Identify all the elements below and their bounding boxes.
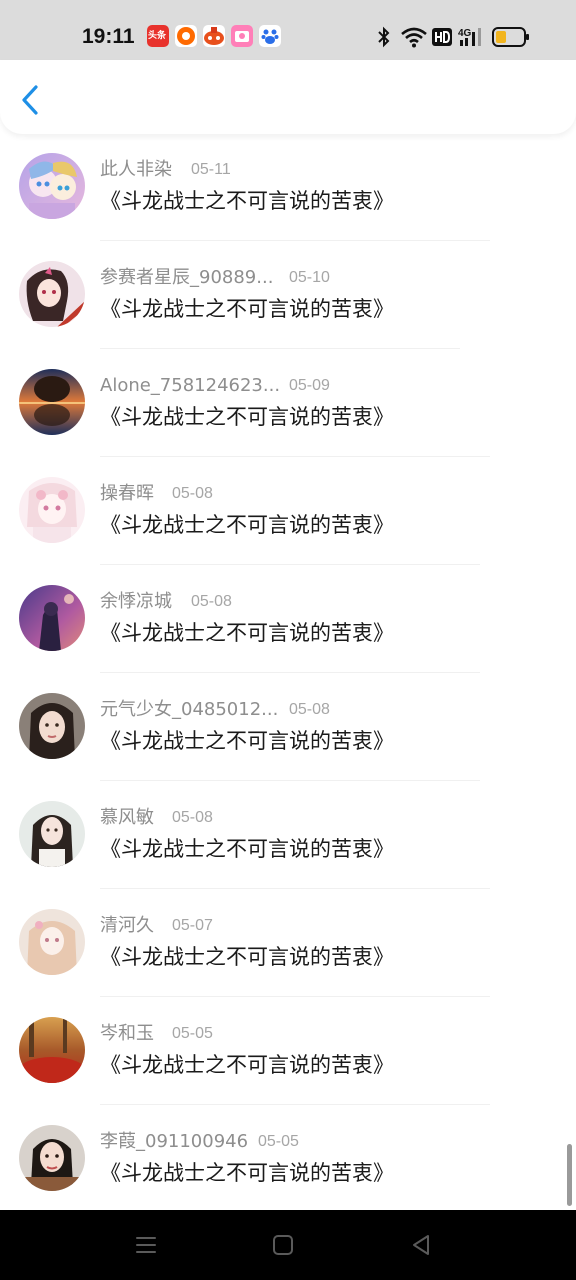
wifi-icon <box>400 26 428 48</box>
game-icon <box>203 25 225 47</box>
avatar <box>19 477 85 543</box>
list-item[interactable]: 余悸凉城 05-08 《斗龙战士之不可言说的苦衷》 <box>0 566 576 674</box>
divider <box>100 888 490 889</box>
back-button[interactable] <box>14 80 48 120</box>
work-title: 《斗龙战士之不可言说的苦衷》 <box>100 945 394 969</box>
post-date: 05-08 <box>172 809 213 826</box>
work-title: 《斗龙战士之不可言说的苦衷》 <box>100 1161 394 1185</box>
author-name: Alone_758124623... <box>100 375 281 396</box>
post-date: 05-07 <box>172 917 213 934</box>
author-name: 参赛者星辰_90889... <box>100 267 274 288</box>
work-title: 《斗龙战士之不可言说的苦衷》 <box>100 621 394 645</box>
header <box>0 60 576 134</box>
toutiao-label: 头条 <box>148 31 167 41</box>
post-date: 05-08 <box>172 485 213 502</box>
divider <box>100 672 480 673</box>
system-nav-bar <box>0 1210 576 1280</box>
taobao-icon <box>175 25 197 47</box>
divider <box>100 780 480 781</box>
baidu-icon <box>259 25 281 47</box>
author-name: 清河久 <box>100 915 154 936</box>
work-list: 此人非染 05-11 《斗龙战士之不可言说的苦衷》 参赛者星辰_90889...… <box>0 134 576 1210</box>
work-title: 《斗龙战士之不可言说的苦衷》 <box>100 513 394 537</box>
toutiao-icon: 头条 <box>147 25 169 47</box>
list-item[interactable]: 李葭_091100946 05-05 《斗龙战士之不可言说的苦衷》 <box>0 1106 576 1210</box>
divider <box>100 240 490 241</box>
list-item[interactable]: 参赛者星辰_90889... 05-10 《斗龙战士之不可言说的苦衷》 <box>0 242 576 350</box>
divider <box>100 564 480 565</box>
post-date: 05-05 <box>172 1025 213 1042</box>
work-title: 《斗龙战士之不可言说的苦衷》 <box>100 729 394 753</box>
menu-icon <box>136 1237 156 1253</box>
list-item[interactable]: 此人非染 05-11 《斗龙战士之不可言说的苦衷》 <box>0 134 576 242</box>
status-time: 19:11 <box>82 25 135 48</box>
work-title: 《斗龙战士之不可言说的苦衷》 <box>100 405 394 429</box>
author-name: 操春晖 <box>100 483 154 504</box>
post-date: 05-09 <box>289 377 330 394</box>
chevron-left-icon <box>22 85 38 115</box>
menu-button[interactable] <box>131 1230 161 1260</box>
author-name: 元气少女_0485012... <box>100 699 279 720</box>
avatar <box>19 585 85 651</box>
post-date: 05-05 <box>258 1133 299 1150</box>
bluetooth-icon <box>374 26 394 48</box>
work-title: 《斗龙战士之不可言说的苦衷》 <box>100 837 394 861</box>
home-button[interactable] <box>268 1230 298 1260</box>
divider <box>100 456 490 457</box>
avatar <box>19 801 85 867</box>
list-item[interactable]: 清河久 05-07 《斗龙战士之不可言说的苦衷》 <box>0 890 576 998</box>
author-name: 李葭_091100946 <box>100 1131 249 1152</box>
album-icon <box>231 25 253 47</box>
divider <box>100 1104 490 1105</box>
author-name: 岑和玉 <box>100 1023 154 1044</box>
svg-text:4G: 4G <box>458 28 472 39</box>
avatar <box>19 369 85 435</box>
list-item[interactable]: 元气少女_0485012... 05-08 《斗龙战士之不可言说的苦衷》 <box>0 674 576 782</box>
avatar <box>19 693 85 759</box>
list-item[interactable]: 操春晖 05-08 《斗龙战士之不可言说的苦衷》 <box>0 458 576 566</box>
post-date: 05-10 <box>289 269 330 286</box>
avatar <box>19 1017 85 1083</box>
avatar <box>19 909 85 975</box>
post-date: 05-11 <box>191 161 231 178</box>
work-title: 《斗龙战士之不可言说的苦衷》 <box>100 1053 394 1077</box>
divider <box>100 348 460 349</box>
author-name: 余悸凉城 <box>100 591 172 612</box>
scrollbar[interactable] <box>567 1144 572 1206</box>
hd-icon <box>432 28 452 46</box>
list-item[interactable]: Alone_758124623... 05-09 《斗龙战士之不可言说的苦衷》 <box>0 350 576 458</box>
avatar <box>19 261 85 327</box>
status-bar: 19:11 头条 4G <box>0 0 576 60</box>
back-icon <box>413 1235 429 1255</box>
work-title: 《斗龙战士之不可言说的苦衷》 <box>100 297 394 321</box>
screen: { "status_bar": { "time": "19:11", "noti… <box>0 0 576 1280</box>
author-name: 此人非染 <box>100 159 172 180</box>
signal-4g-icon: 4G <box>458 26 486 48</box>
work-title: 《斗龙战士之不可言说的苦衷》 <box>100 189 394 213</box>
avatar <box>19 153 85 219</box>
author-name: 慕风敏 <box>100 807 154 828</box>
post-date: 05-08 <box>289 701 330 718</box>
battery-icon <box>492 27 530 47</box>
divider <box>100 996 490 997</box>
post-date: 05-08 <box>191 593 232 610</box>
list-item[interactable]: 慕风敏 05-08 《斗龙战士之不可言说的苦衷》 <box>0 782 576 890</box>
home-icon <box>273 1235 293 1255</box>
list-item[interactable]: 岑和玉 05-05 《斗龙战士之不可言说的苦衷》 <box>0 998 576 1106</box>
nav-back-button[interactable] <box>406 1230 436 1260</box>
avatar <box>19 1125 85 1191</box>
